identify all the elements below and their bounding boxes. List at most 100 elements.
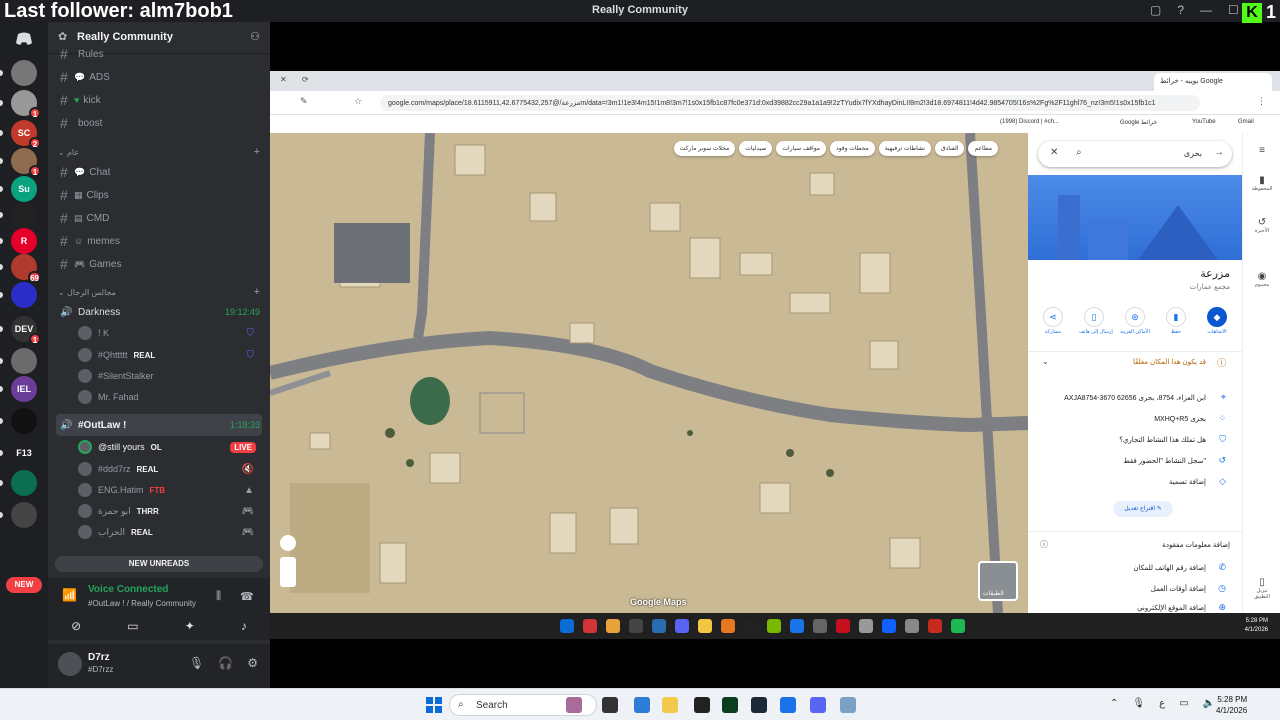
- chip-restaurants[interactable]: مطاعم: [968, 141, 998, 156]
- channel-cmd[interactable]: # ▤ CMD: [56, 208, 262, 228]
- voice-user[interactable]: الحراب REAL 🎮: [78, 522, 262, 542]
- closed-notice[interactable]: ⌄ قد يكون هذا المكان مغلقًا ⓘ: [1028, 353, 1242, 373]
- recent-button[interactable]: ↺ الأخيرة: [1251, 217, 1273, 234]
- server-icon[interactable]: IEL: [11, 376, 37, 402]
- voice-user[interactable]: Mr. Fahad: [78, 387, 262, 407]
- server-icon[interactable]: DEV 1: [11, 316, 41, 345]
- minimize-button[interactable]: —: [1200, 3, 1212, 17]
- task-view-icon[interactable]: [602, 697, 618, 713]
- close-icon[interactable]: ✕: [1050, 147, 1058, 158]
- new-servers-pill[interactable]: NEW: [6, 577, 42, 593]
- channel-rules[interactable]: # Rules: [56, 44, 262, 64]
- menu-icon[interactable]: ⋮: [1257, 96, 1266, 107]
- chip-parking[interactable]: مواقف سيارات: [776, 141, 827, 156]
- url-field[interactable]: google.com/maps/place/مزرعة/@18.6115911,…: [380, 95, 1200, 111]
- get-app-button[interactable]: ▯ تنزيل التطبيق: [1251, 577, 1273, 600]
- server-icon[interactable]: [11, 202, 37, 228]
- server-icon[interactable]: 69: [11, 254, 41, 283]
- voice-user[interactable]: #ddd7rz REAL 🔇: [78, 459, 262, 479]
- chip-pharmacies[interactable]: صيدليات: [739, 141, 773, 156]
- chip-supermarkets[interactable]: محلات سوبر ماركت: [673, 141, 736, 156]
- nearby-button[interactable]: ⊛ الأماكن القريبة: [1120, 307, 1150, 335]
- server-icon[interactable]: 1: [11, 90, 41, 119]
- bookmark[interactable]: Gmail: [1238, 119, 1254, 125]
- signal-icon[interactable]: 📶: [62, 588, 77, 602]
- chevron-up-icon[interactable]: ⌃: [1110, 698, 1118, 709]
- voice-channel-outlaw[interactable]: 🔊 #OutLaw ! 1:18:33: [56, 414, 262, 436]
- screen-share-icon[interactable]: ▭: [127, 619, 138, 633]
- network-icon[interactable]: ▭: [1179, 698, 1188, 709]
- noise-suppression-icon[interactable]: ⫼: [216, 590, 221, 603]
- server-icon[interactable]: [11, 408, 37, 434]
- microphone-icon[interactable]: 🎙: [1132, 698, 1145, 709]
- invite-icon[interactable]: ⚇: [250, 30, 260, 43]
- place-hero-image[interactable]: [1028, 175, 1242, 260]
- headphones-icon[interactable]: 🎧: [218, 656, 233, 670]
- voice-user[interactable]: #SilentStalker: [78, 366, 262, 386]
- send-to-phone-button[interactable]: ▯ إرسال إلى هاتف: [1079, 307, 1113, 335]
- voice-channel-darkness[interactable]: 🔊 Darkness 19:12:49: [56, 301, 262, 323]
- plus-code-row[interactable]: MXHQ+R5 بحرى ⁘: [1028, 410, 1242, 430]
- refresh-icon[interactable]: ⟳: [302, 75, 309, 84]
- bookmark[interactable]: YouTube: [1192, 119, 1216, 125]
- obs-icon[interactable]: [694, 697, 710, 713]
- volume-icon[interactable]: 🔈: [1203, 698, 1215, 709]
- language-icon[interactable]: ع: [1159, 698, 1165, 709]
- voice-user[interactable]: ENG.Hatim FTB ▲: [78, 480, 262, 500]
- steam-icon[interactable]: [751, 697, 767, 713]
- server-icon[interactable]: Su: [11, 176, 37, 202]
- voice-channel-path[interactable]: #OutLaw ! / Really Community: [88, 599, 196, 608]
- channel-kick[interactable]: # ♥ kick: [56, 90, 262, 110]
- teams-icon[interactable]: [634, 697, 650, 713]
- server-icon[interactable]: [11, 282, 37, 308]
- add-hours-row[interactable]: إضافة أوقات العمل ◷: [1028, 580, 1242, 600]
- extension-icon[interactable]: ✎: [300, 96, 308, 107]
- activities-icon[interactable]: ✦: [185, 619, 195, 633]
- share-button[interactable]: ⋖ مشاركة: [1038, 307, 1068, 335]
- channel-clips[interactable]: # ▦ Clips: [56, 185, 262, 205]
- directions-arrow-icon[interactable]: →: [1214, 147, 1224, 158]
- add-phone-row[interactable]: إضافة رقم الهاتف للمكان ✆: [1028, 559, 1242, 579]
- gear-icon[interactable]: ⚙: [247, 656, 258, 670]
- search-icon[interactable]: ⌕: [1076, 147, 1082, 158]
- chrome-icon[interactable]: [780, 697, 796, 713]
- voice-user[interactable]: ابو حمزة THRR 🎮: [78, 501, 262, 521]
- search-box[interactable]: ✕ ⌕ بحرى →: [1038, 141, 1232, 167]
- camera-off-icon[interactable]: ⊘: [71, 619, 81, 633]
- save-button[interactable]: ▮ حفظ: [1161, 307, 1191, 335]
- add-website-row[interactable]: إضافة الموقع الإلكتروني ⊕: [1028, 599, 1242, 613]
- address-row[interactable]: AXJA8754-3670 ابن العزاء، 8754، بحرى 626…: [1028, 389, 1242, 409]
- server-icon[interactable]: R: [11, 228, 37, 254]
- channel-ads[interactable]: # 💬 ADS: [56, 67, 262, 87]
- suggest-edit-button[interactable]: اقتراح تعديل ✎: [1113, 501, 1173, 517]
- bookmark[interactable]: Google خرائط: [1120, 119, 1157, 126]
- file-explorer-icon[interactable]: [662, 697, 678, 713]
- remote-desktop-icon[interactable]: [840, 697, 856, 713]
- chip-gas[interactable]: محطات وقود: [830, 141, 875, 156]
- add-channel-icon[interactable]: +: [254, 146, 260, 158]
- server-icon[interactable]: [11, 470, 37, 496]
- add-channel-icon[interactable]: +: [254, 286, 260, 298]
- history-row[interactable]: سجل النشاط "الحضور فقط" ↺: [1028, 452, 1242, 472]
- new-unreads-button[interactable]: NEW UNREADS: [55, 556, 263, 572]
- disconnect-icon[interactable]: ☎: [240, 590, 254, 603]
- discord-home-icon[interactable]: [11, 26, 37, 52]
- channel-memes[interactable]: # ☺ memes: [56, 231, 262, 251]
- claim-business-row[interactable]: هل تملك هذا النشاط التجاري؟ ⛉: [1028, 431, 1242, 451]
- soundboard-icon[interactable]: ♪: [241, 619, 247, 633]
- category-voice[interactable]: ⌄ مجالس الرجال: [58, 288, 116, 297]
- hamburger-icon[interactable]: ≡: [1251, 145, 1273, 156]
- channel-chat[interactable]: # 💬 Chat: [56, 162, 262, 182]
- account-button[interactable]: ◉ محيبوم: [1251, 271, 1273, 288]
- server-icon[interactable]: [11, 502, 37, 528]
- server-icon[interactable]: F13: [11, 440, 37, 466]
- chip-hotels[interactable]: الفنادق: [934, 141, 965, 156]
- inbox-icon[interactable]: ▢: [1150, 3, 1161, 17]
- category-general[interactable]: ⌄ عام: [58, 148, 79, 157]
- voice-user[interactable]: #Qhttttt REAL ⛉: [78, 345, 262, 365]
- search-input[interactable]: بحرى: [1184, 149, 1202, 158]
- directions-button[interactable]: ◆ الاتجاهات: [1202, 307, 1232, 335]
- avatar[interactable]: [58, 652, 82, 676]
- bookmark[interactable]: (1998) Discord | #ch...: [1000, 119, 1059, 125]
- saved-button[interactable]: ▮ المحفوظة: [1251, 175, 1273, 192]
